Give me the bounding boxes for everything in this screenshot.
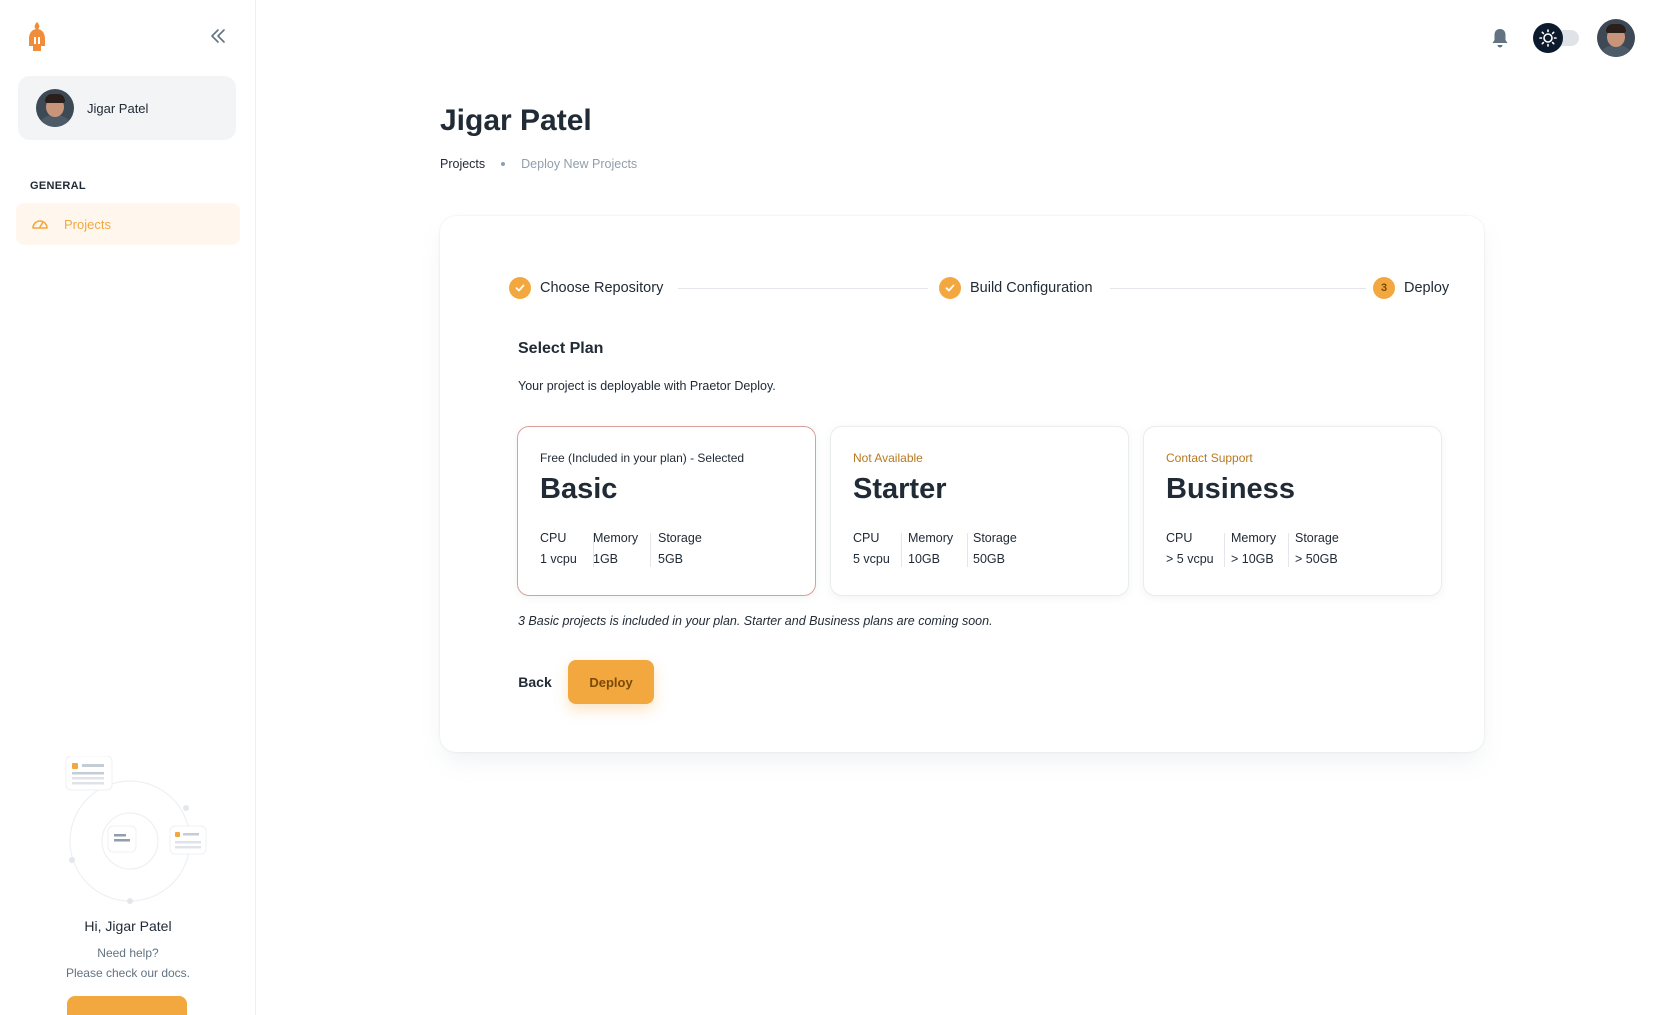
plan-spec-storage: Storage 50GB (973, 531, 1017, 566)
plan-spec-cpu: CPU > 5 vcpu (1166, 531, 1214, 566)
plan-spec-memory: Memory 10GB (908, 531, 954, 566)
breadcrumb-current: Deploy New Projects (521, 157, 638, 171)
breadcrumb-projects[interactable]: Projects (440, 157, 485, 171)
sidebar-user-card[interactable]: Jigar Patel (18, 76, 236, 140)
collapse-sidebar-icon[interactable] (206, 24, 230, 48)
sidebar-section-label: GENERAL (30, 180, 86, 192)
logo[interactable] (26, 20, 48, 52)
plan-spec-storage: Storage 5GB (658, 531, 702, 566)
spec-divider (901, 533, 902, 567)
bell-icon[interactable] (1490, 27, 1510, 49)
spec-divider (967, 533, 968, 567)
plan-name: Business (1166, 473, 1295, 505)
plan-name: Basic (540, 473, 618, 505)
plan-card-business[interactable]: Contact Support Business CPU > 5 vcpu Mem… (1143, 426, 1442, 596)
breadcrumb-separator (501, 162, 506, 166)
docs-button[interactable] (67, 996, 187, 1015)
plan-spec-cpu: CPU 5 vcpu (853, 531, 890, 566)
plan-tag: Not Available (853, 451, 923, 465)
stepper-connector (678, 288, 928, 289)
plan-name: Starter (853, 473, 947, 505)
avatar (36, 89, 74, 127)
help-illustration (65, 756, 207, 904)
section-title: Select Plan (518, 340, 604, 357)
plan-card-basic[interactable]: Free (Included in your plan) - Selected … (517, 426, 816, 596)
step-label: Deploy (1404, 280, 1450, 296)
plan-spec-memory: Memory > 10GB (1231, 531, 1277, 566)
help-docs-text: Please check our docs. (65, 966, 191, 980)
stepper-connector (1110, 288, 1366, 289)
avatar[interactable] (1597, 19, 1635, 57)
spec-divider (1224, 533, 1225, 567)
step-deploy: 3 Deploy (1373, 277, 1449, 299)
page-title: Jigar Patel (440, 104, 592, 137)
section-note: Your project is deployable with Praetor … (518, 379, 776, 393)
sidebar-item-projects[interactable]: Projects (16, 203, 240, 245)
step-number-badge: 3 (1373, 277, 1395, 299)
plan-tag: Free (Included in your plan) - Selected (540, 451, 745, 465)
sidebar-item-label: Projects (64, 216, 111, 232)
plan-tag: Contact Support (1166, 451, 1253, 465)
step-label: Choose Repository (540, 280, 664, 296)
sun-icon (1539, 29, 1557, 47)
spec-divider (650, 533, 651, 567)
help-greeting: Hi, Jigar Patel (84, 918, 172, 934)
plan-spec-storage: Storage > 50GB (1295, 531, 1339, 566)
spec-divider (1288, 533, 1289, 567)
back-button[interactable]: Back (510, 662, 560, 702)
step-build-configuration: Build Configuration (939, 277, 1093, 299)
help-text: Need help? (97, 946, 159, 960)
step-label: Build Configuration (970, 280, 1093, 296)
breadcrumb: Projects Deploy New Projects (440, 157, 637, 171)
plan-card-starter[interactable]: Not Available Starter CPU 5 vcpu Memory 10… (830, 426, 1129, 596)
plan-spec-cpu: CPU 1 vcpu (540, 531, 577, 566)
deploy-button[interactable]: Deploy (568, 660, 654, 704)
sidebar-user-name: Jigar Patel (87, 100, 149, 116)
sidebar: Jigar Patel GENERAL Projects Hi, Jigar P… (0, 0, 256, 1015)
check-icon (509, 277, 531, 299)
step-choose-repository: Choose Repository (509, 277, 663, 299)
check-icon (939, 277, 961, 299)
theme-toggle[interactable] (1533, 23, 1581, 53)
dashboard-icon (32, 220, 48, 229)
plan-spec-memory: Memory 1GB (593, 531, 639, 566)
plan-footnote: 3 Basic projects is included in your pla… (518, 614, 993, 628)
